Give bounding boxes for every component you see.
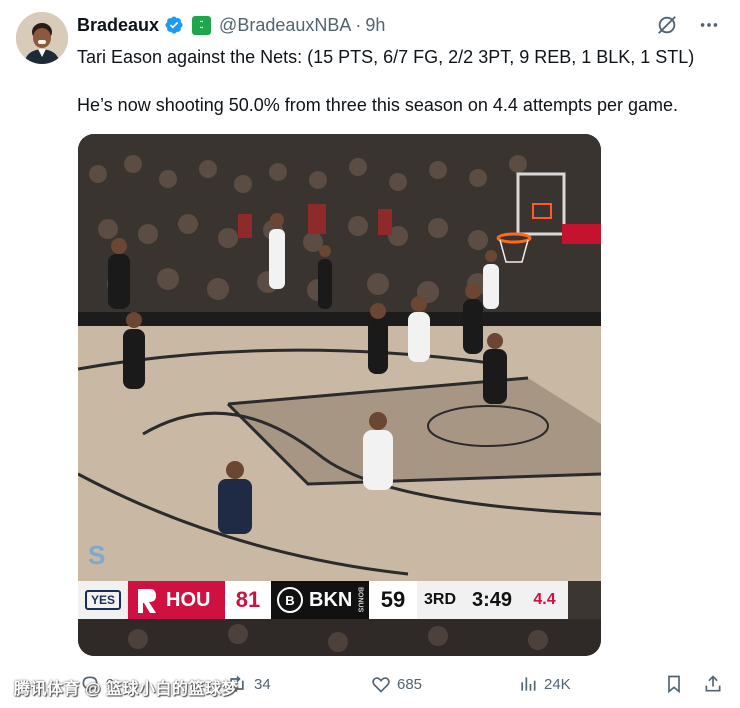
home-team-abbr: HOU [166, 588, 211, 611]
header-separator: · [355, 14, 362, 35]
rockets-logo-icon [138, 589, 156, 613]
author-avatar[interactable] [16, 12, 68, 64]
grok-icon[interactable] [656, 14, 678, 36]
tweet-text-line-1: Tari Eason against the Nets: (15 PTS, 6/… [77, 47, 695, 67]
views-button[interactable]: 24K [518, 674, 571, 694]
away-score: 59 [369, 581, 417, 619]
bonus-indicator: BONUS [356, 587, 364, 613]
bookmark-button[interactable] [664, 674, 684, 694]
tweet-video[interactable]: S YES HOU 81 B BKN BONUS 59 3RD 3:49 4.4 [78, 134, 601, 656]
basketball-game-frame: S [78, 134, 601, 656]
home-team-block: HOU [128, 581, 225, 619]
share-button[interactable] [703, 674, 723, 694]
away-team-block: B BKN BONUS [271, 581, 369, 619]
views-count: 24K [544, 675, 571, 693]
share-icon [705, 675, 721, 692]
post-time[interactable]: 9h [365, 15, 385, 36]
like-button[interactable]: 685 [371, 674, 422, 694]
affiliate-badge-icon[interactable]: ▪▪ ▪▪ [192, 15, 212, 35]
svg-text:B: B [285, 593, 294, 608]
author-name[interactable]: Bradeaux [77, 15, 159, 36]
header-icons [656, 14, 720, 36]
like-count: 685 [397, 675, 423, 693]
more-options-icon[interactable] [698, 14, 720, 36]
home-score: 81 [225, 581, 271, 619]
watermark-text: 腾讯体育 @ 篮球小白的篮球梦 [14, 681, 238, 698]
heart-icon [372, 677, 390, 693]
svg-text:S: S [88, 540, 105, 570]
verified-badge-icon[interactable] [164, 15, 184, 35]
avatar-portrait [16, 12, 68, 64]
views-chart-icon [521, 677, 536, 691]
network-logo: YES [78, 581, 128, 619]
game-clock: 3:49 [471, 588, 513, 611]
bookmark-icon [668, 675, 680, 694]
nets-logo-icon: B [277, 587, 303, 613]
author-handle[interactable]: @BradeauxNBA [219, 15, 351, 36]
repost-count: 34 [254, 675, 271, 693]
scoreboard: YES HOU 81 B BKN BONUS 59 3RD 3:49 4.4 [78, 581, 568, 619]
game-period: 3RD [423, 591, 456, 608]
shot-clock: 4.4 [533, 591, 556, 608]
tweet-header: Bradeaux ▪▪ ▪▪ @BradeauxNBA · 9h [77, 14, 720, 36]
away-team-abbr: BKN [309, 588, 353, 611]
tweet-text-line-2: He’s now shooting 50.0% from three this … [77, 95, 679, 115]
